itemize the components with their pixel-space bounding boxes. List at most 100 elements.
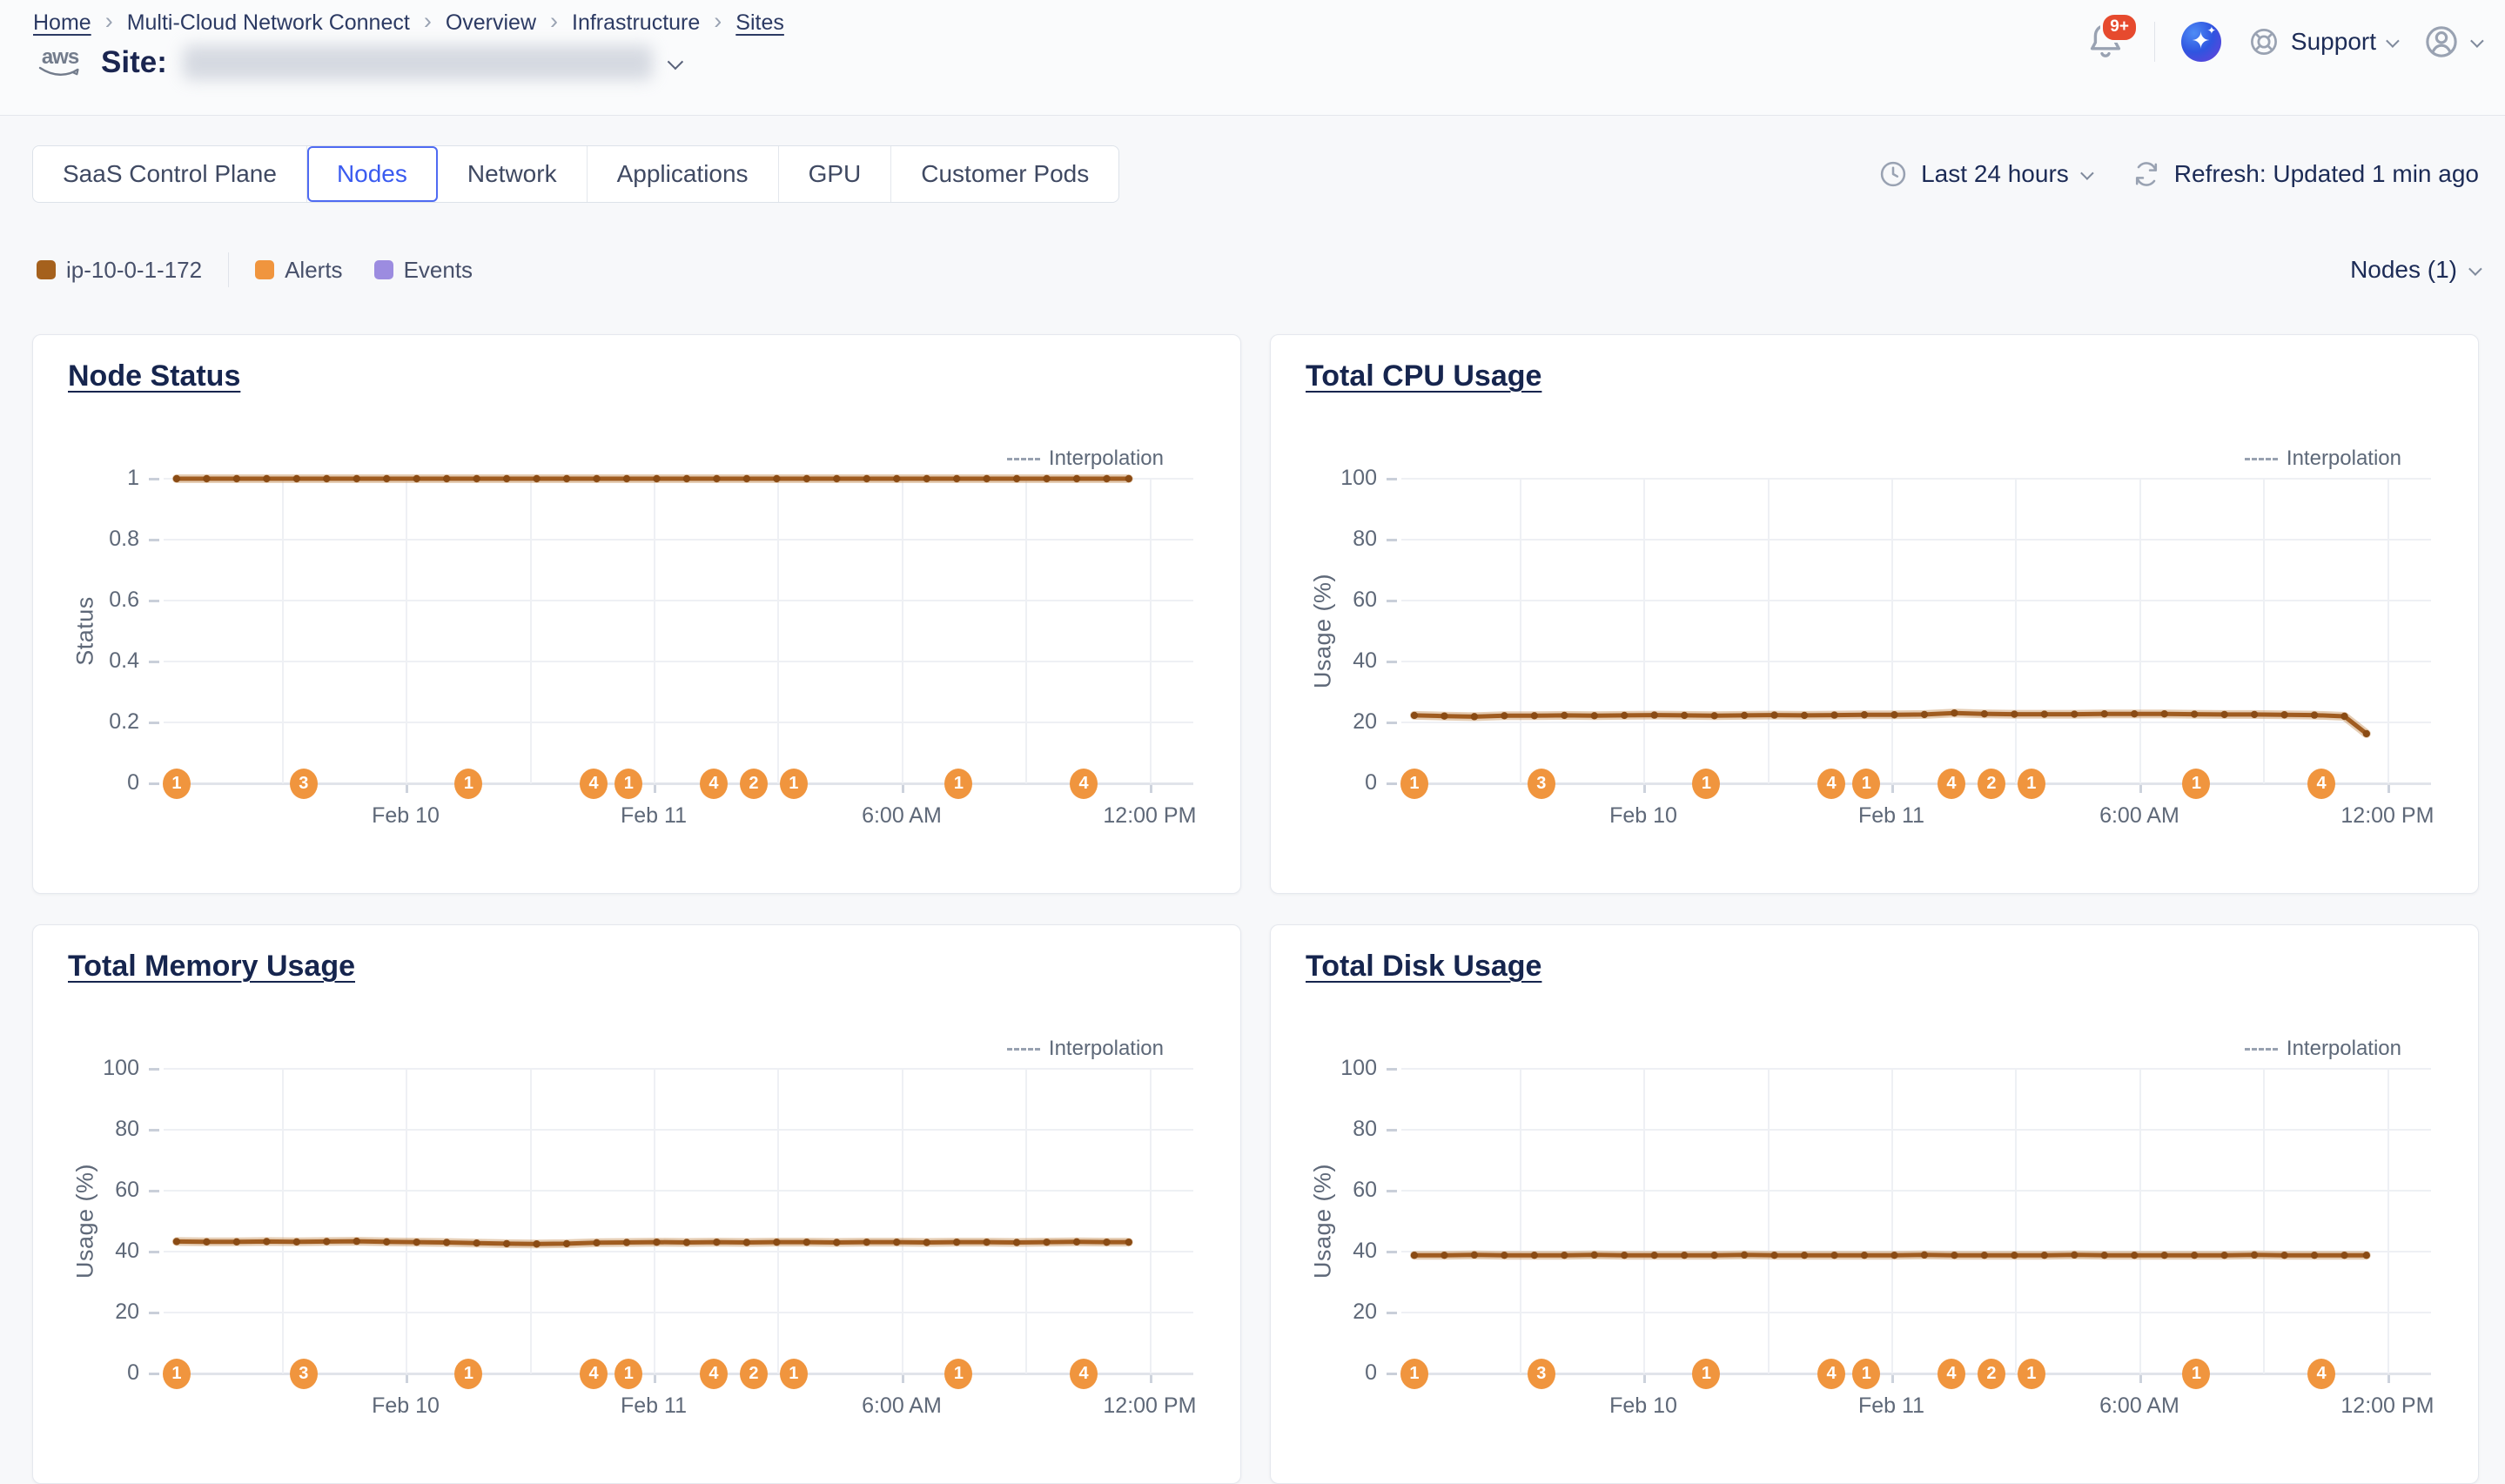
nodes-count-select[interactable]: Nodes (1) bbox=[2350, 256, 2479, 284]
tab-gpu[interactable]: GPU bbox=[779, 146, 892, 202]
breadcrumb-separator-icon: › bbox=[714, 10, 722, 33]
alert-badge[interactable]: 1 bbox=[780, 769, 808, 799]
card-total-cpu-usage: Total CPU Usage Interpolation Usage (%)1… bbox=[1270, 334, 2479, 894]
alert-badge[interactable]: 1 bbox=[163, 769, 191, 799]
alert-badge[interactable]: 3 bbox=[1528, 1359, 1555, 1389]
y-tick-mark bbox=[149, 782, 159, 785]
y-tick-mark bbox=[149, 539, 159, 541]
alert-badge[interactable]: 4 bbox=[580, 1359, 608, 1389]
tab-network[interactable]: Network bbox=[438, 146, 588, 202]
y-tick-mark bbox=[149, 478, 159, 480]
series-line bbox=[1401, 1051, 2412, 1408]
y-tick-label: 80 bbox=[1271, 527, 1377, 552]
alert-badge[interactable]: 4 bbox=[700, 1359, 728, 1389]
alert-badge[interactable]: 4 bbox=[580, 769, 608, 799]
refresh-icon bbox=[2131, 158, 2162, 190]
y-tick-mark bbox=[149, 1312, 159, 1314]
y-tick-label: 0 bbox=[33, 770, 139, 796]
alert-badge[interactable]: 1 bbox=[1400, 1359, 1428, 1389]
refresh-status-label: Refresh: Updated 1 min ago bbox=[2174, 160, 2479, 188]
support-menu[interactable]: Support bbox=[2247, 25, 2396, 58]
time-range-label: Last 24 hours bbox=[1921, 160, 2069, 188]
alert-badge[interactable]: 4 bbox=[1817, 1359, 1845, 1389]
alert-badge[interactable]: 1 bbox=[2018, 769, 2045, 799]
breadcrumb-infrastructure[interactable]: Infrastructure bbox=[572, 10, 700, 36]
alert-badge[interactable]: 2 bbox=[1978, 1359, 2005, 1389]
alert-badge[interactable]: 4 bbox=[1070, 769, 1098, 799]
y-tick-label: 20 bbox=[33, 1299, 139, 1325]
alert-badge[interactable]: 4 bbox=[700, 769, 728, 799]
y-tick-mark bbox=[1387, 478, 1397, 480]
legend-alerts[interactable]: Alerts bbox=[255, 257, 342, 284]
site-name-redacted bbox=[183, 45, 653, 80]
user-avatar-icon bbox=[2422, 23, 2461, 61]
y-tick-label: 0 bbox=[33, 1360, 139, 1386]
top-bar: Home › Multi-Cloud Network Connect › Ove… bbox=[0, 0, 2505, 116]
alerts-label: Alerts bbox=[285, 257, 342, 284]
breadcrumb-home[interactable]: Home bbox=[33, 10, 91, 36]
site-chevron-down-icon[interactable] bbox=[668, 53, 683, 69]
breadcrumb: Home › Multi-Cloud Network Connect › Ove… bbox=[33, 10, 784, 36]
alert-badge[interactable]: 3 bbox=[1528, 769, 1555, 799]
tab-nodes[interactable]: Nodes bbox=[307, 146, 438, 202]
total-disk-usage-chart: Usage (%)100806040200Feb 10Feb 116:00 AM… bbox=[1271, 925, 2478, 1483]
tab-customer-pods[interactable]: Customer Pods bbox=[891, 146, 1118, 202]
legend-node[interactable]: ip-10-0-1-172 bbox=[37, 257, 202, 284]
ai-assistant-icon[interactable]: ✦ ✦ bbox=[2181, 22, 2221, 62]
alert-badge[interactable]: 3 bbox=[290, 769, 318, 799]
breadcrumb-mcn[interactable]: Multi-Cloud Network Connect bbox=[127, 10, 410, 36]
y-tick-label: 60 bbox=[1271, 588, 1377, 613]
y-tick-mark bbox=[1387, 1312, 1397, 1314]
alert-badge[interactable]: 1 bbox=[163, 1359, 191, 1389]
notifications-count-badge: 9+ bbox=[2100, 12, 2139, 43]
tab-applications[interactable]: Applications bbox=[588, 146, 779, 202]
alert-badge[interactable]: 1 bbox=[2018, 1359, 2045, 1389]
y-tick-label: 40 bbox=[1271, 648, 1377, 674]
events-label: Events bbox=[404, 257, 473, 284]
y-tick-label: 40 bbox=[33, 1239, 139, 1264]
y-tick-label: 0.4 bbox=[33, 648, 139, 674]
y-tick-mark bbox=[1387, 1373, 1397, 1375]
alert-badge[interactable]: 3 bbox=[290, 1359, 318, 1389]
alert-badge[interactable]: 4 bbox=[1817, 769, 1845, 799]
y-tick-mark bbox=[149, 600, 159, 602]
y-tick-label: 20 bbox=[1271, 1299, 1377, 1325]
legend-row: ip-10-0-1-172 Alerts Events Nodes (1) bbox=[37, 252, 2479, 287]
alert-badge[interactable]: 4 bbox=[1070, 1359, 1098, 1389]
alert-badge[interactable]: 1 bbox=[1400, 769, 1428, 799]
total-cpu-usage-chart: Usage (%)100806040200Feb 10Feb 116:00 AM… bbox=[1271, 335, 2478, 893]
y-tick-label: 0 bbox=[1271, 1360, 1377, 1386]
alert-badge[interactable]: 1 bbox=[780, 1359, 808, 1389]
y-tick-mark bbox=[1387, 1190, 1397, 1192]
top-bar-actions: 9+ ✦ ✦ Support bbox=[2085, 16, 2481, 68]
y-tick-mark bbox=[149, 1068, 159, 1071]
tab-saas-control-plane[interactable]: SaaS Control Plane bbox=[33, 146, 307, 202]
legend-events[interactable]: Events bbox=[374, 257, 473, 284]
y-tick-label: 0.8 bbox=[33, 527, 139, 552]
alert-badge[interactable]: 2 bbox=[1978, 769, 2005, 799]
controls-row: SaaS Control Plane Nodes Network Applica… bbox=[32, 145, 2479, 203]
account-menu[interactable] bbox=[2422, 23, 2481, 61]
account-chevron-down-icon bbox=[2470, 34, 2484, 48]
series-line bbox=[1401, 461, 2412, 818]
total-memory-usage-chart: Usage (%)100806040200Feb 10Feb 116:00 AM… bbox=[33, 925, 1240, 1483]
alert-badge[interactable]: 2 bbox=[740, 769, 768, 799]
y-tick-mark bbox=[1387, 661, 1397, 663]
y-tick-mark bbox=[149, 1190, 159, 1192]
alert-badge[interactable]: 2 bbox=[740, 1359, 768, 1389]
refresh-button[interactable]: Refresh: Updated 1 min ago bbox=[2131, 158, 2479, 190]
alert-badge[interactable]: 4 bbox=[1938, 1359, 1965, 1389]
chart-legend: ip-10-0-1-172 Alerts Events bbox=[37, 252, 473, 287]
y-tick-label: 100 bbox=[1271, 1056, 1377, 1081]
time-range-chevron-down-icon bbox=[2080, 166, 2094, 180]
time-range-select[interactable]: Last 24 hours bbox=[1877, 158, 2091, 190]
alert-badge[interactable]: 4 bbox=[1938, 769, 1965, 799]
notifications-bell-icon[interactable]: 9+ bbox=[2085, 19, 2128, 64]
breadcrumb-overview[interactable]: Overview bbox=[446, 10, 536, 36]
alert-badge[interactable]: 4 bbox=[2307, 1359, 2335, 1389]
breadcrumb-sites[interactable]: Sites bbox=[735, 10, 784, 36]
support-label: Support bbox=[2291, 28, 2376, 56]
y-tick-mark bbox=[149, 722, 159, 724]
y-tick-mark bbox=[149, 1251, 159, 1253]
alert-badge[interactable]: 4 bbox=[2307, 769, 2335, 799]
